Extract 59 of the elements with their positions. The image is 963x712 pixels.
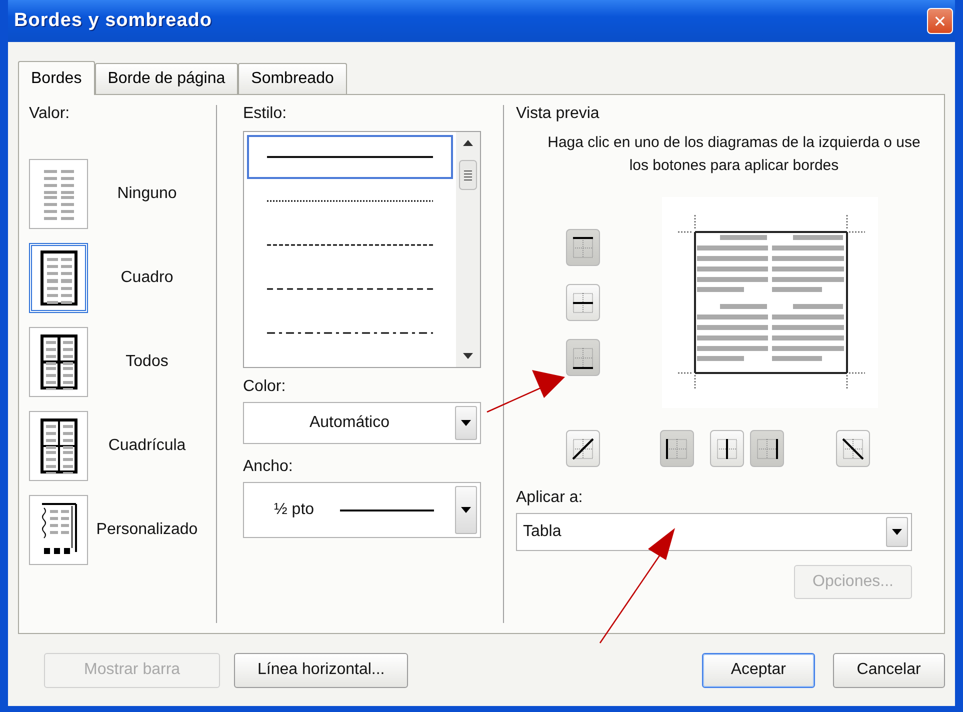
line-style-icon: [267, 155, 433, 159]
border-preset-button[interactable]: [29, 495, 88, 565]
left-border-icon: [666, 438, 688, 460]
apply-to-dropdown[interactable]: Tabla: [516, 513, 912, 551]
right-border-icon: [756, 438, 778, 460]
preview-label: Vista previa: [516, 105, 600, 123]
preset-label: Personalizado: [95, 521, 199, 539]
dialog-button[interactable]: Cancelar: [832, 652, 945, 688]
dialog-button[interactable]: Línea horizontal...: [234, 652, 408, 688]
tab[interactable]: Sombreado: [238, 63, 347, 94]
line-style-icon: [267, 331, 433, 335]
caret-icon: [461, 420, 471, 426]
border-preset-button[interactable]: [29, 243, 88, 313]
vmid-border-icon: [716, 438, 738, 460]
dialog-button[interactable]: Aceptar: [702, 652, 815, 688]
box-border-icon: [40, 250, 78, 306]
border-preset-button[interactable]: [29, 327, 88, 397]
line-style-icon: [267, 199, 433, 203]
border-toggle-button[interactable]: [750, 430, 784, 467]
border-toggle-button[interactable]: [710, 430, 744, 467]
border-toggle-button[interactable]: [836, 430, 870, 467]
color-label: Color:: [243, 378, 287, 396]
tab[interactable]: Bordes: [18, 61, 95, 95]
hmid-border-icon: [572, 292, 594, 314]
border-toggle-button[interactable]: [566, 284, 600, 321]
border-preset-button[interactable]: [29, 411, 88, 481]
scroll-down-icon: [463, 353, 473, 359]
diagdown-border-icon: [842, 438, 864, 460]
diagup-border-icon: [572, 438, 594, 460]
preset-label: Todos: [124, 353, 170, 371]
border-toggle-button[interactable]: [566, 339, 600, 376]
top-border-icon: [572, 236, 594, 258]
window-title: Bordes y sombreado: [14, 10, 212, 32]
scrollbar[interactable]: [456, 132, 480, 367]
line-sample-icon: [340, 508, 434, 512]
scroll-thumb[interactable]: [459, 160, 477, 190]
apply-to-label: Aplicar a:: [516, 489, 584, 507]
preset-label: Cuadrícula: [107, 437, 187, 455]
valor-label: Valor:: [29, 105, 71, 123]
tab[interactable]: Borde de página: [94, 63, 238, 94]
style-option[interactable]: [247, 135, 453, 179]
border-toggle-button[interactable]: [660, 430, 694, 467]
preview-hint: Haga clic en uno de los diagramas de la izquierda o use los botones para aplicar bordes: [546, 133, 922, 176]
preset-label: Ninguno: [116, 185, 178, 203]
width-dropdown[interactable]: ½ pto: [243, 482, 481, 538]
scroll-up-icon: [463, 140, 473, 146]
caret-icon: [892, 529, 902, 535]
line-style-icon: [267, 287, 433, 291]
caret-icon: [461, 507, 471, 513]
color-dropdown[interactable]: Automático: [243, 402, 481, 444]
estilo-label: Estilo:: [243, 105, 288, 123]
width-label: Ancho:: [243, 458, 294, 476]
bottom-border-icon: [572, 346, 594, 368]
grid-border-icon: [40, 418, 78, 474]
all-border-icon: [40, 334, 78, 390]
border-toggle-button[interactable]: [566, 430, 600, 467]
border-toggle-button[interactable]: [566, 229, 600, 266]
preset-label: Cuadro: [120, 269, 174, 287]
line-style-icon: [267, 243, 433, 247]
